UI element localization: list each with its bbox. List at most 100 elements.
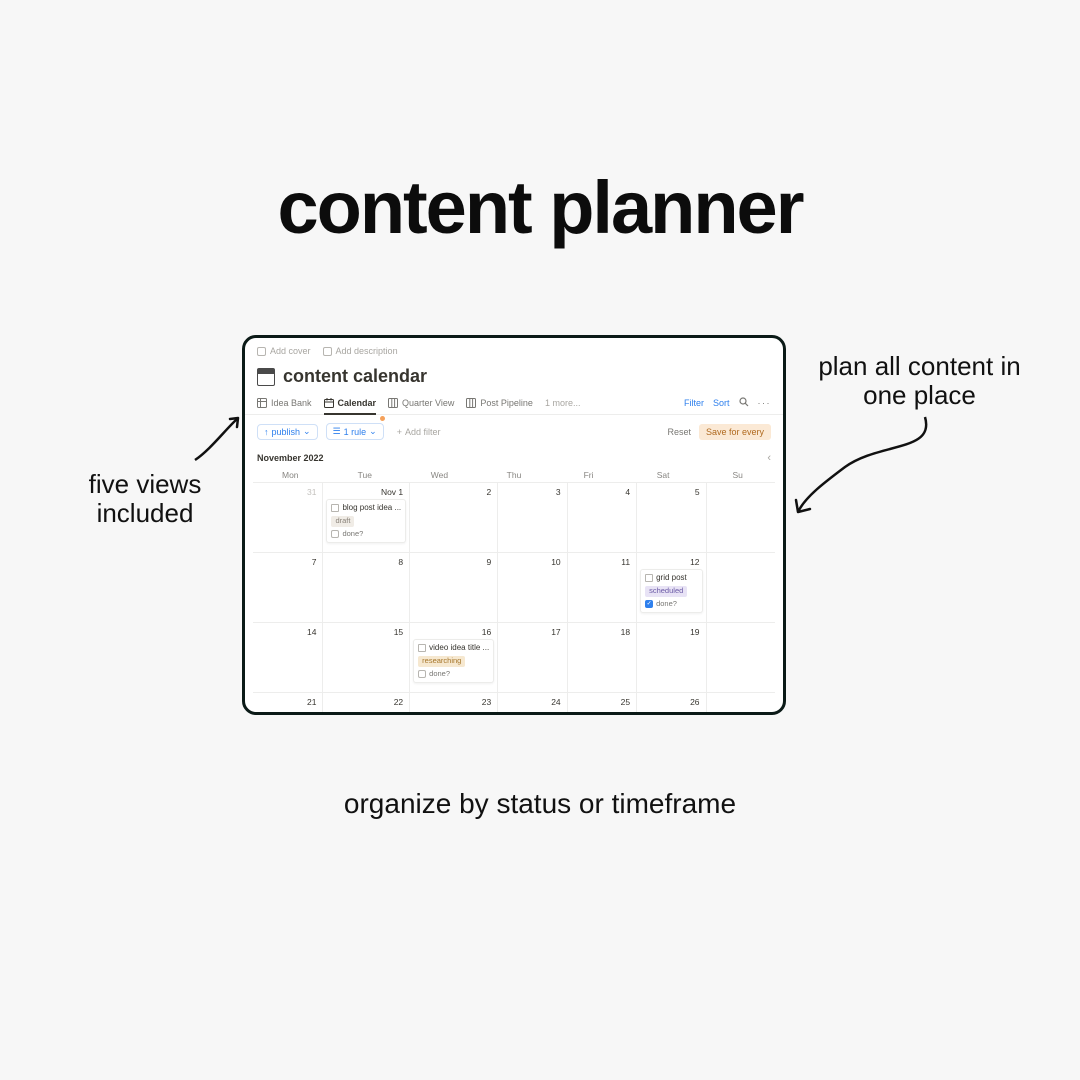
calendar-cell[interactable]: 18 <box>567 622 636 692</box>
annotation-right: plan all content in one place <box>807 352 1032 409</box>
calendar-cell[interactable]: 7 <box>253 552 322 622</box>
filter-changed-badge <box>380 416 385 421</box>
add-filter-button[interactable]: + Add filter <box>397 427 441 437</box>
day-number: 24 <box>501 695 563 707</box>
day-number: 9 <box>413 555 494 567</box>
event-card[interactable]: video idea title ...researchingdone? <box>413 639 494 683</box>
day-number: 16 <box>413 625 494 637</box>
day-number: 15 <box>326 625 406 637</box>
calendar-cell[interactable]: 31 <box>253 482 322 552</box>
table-icon <box>257 398 267 408</box>
day-of-week-header: MonTueWedThuFriSatSu <box>253 466 775 482</box>
page-title: content calendar <box>283 366 427 387</box>
dow-label: Su <box>700 470 775 480</box>
day-number: 25 <box>571 695 633 707</box>
reset-button[interactable]: Reset <box>667 427 691 437</box>
event-card[interactable]: grid post scheduled done? <box>640 569 702 613</box>
save-for-everyone-button[interactable]: Save for every <box>699 424 771 440</box>
calendar-cell[interactable]: 16 video idea title ...researchingdone? <box>409 622 497 692</box>
tab-label: Post Pipeline <box>480 398 533 408</box>
search-icon[interactable] <box>739 397 749 409</box>
calendar-cell[interactable]: Nov 1blog post idea ...draftdone? <box>322 482 409 552</box>
day-number: 5 <box>640 485 702 497</box>
calendar-cell[interactable]: 26 <box>636 692 705 715</box>
publish-sort-label: publish <box>272 427 301 437</box>
image-icon <box>257 347 266 356</box>
tab-calendar[interactable]: Calendar <box>324 398 377 415</box>
calendar-cell[interactable]: 10 <box>497 552 566 622</box>
day-number <box>710 485 772 487</box>
day-number: 8 <box>326 555 406 567</box>
calendar-cell[interactable]: 19 <box>636 622 705 692</box>
day-number: Nov 1 <box>326 485 406 497</box>
dow-label: Wed <box>402 470 477 480</box>
app-window: Add cover Add description content calend… <box>242 335 786 715</box>
calendar-emoji-icon <box>257 368 275 386</box>
promo-tagline: organize by status or timeframe <box>0 788 1080 820</box>
calendar-cell[interactable]: 17 <box>497 622 566 692</box>
done-row: done? <box>331 529 401 539</box>
done-label: done? <box>429 669 450 678</box>
calendar-cell[interactable]: 14 <box>253 622 322 692</box>
page-icon <box>645 574 653 582</box>
sort-button[interactable]: Sort <box>713 398 730 408</box>
calendar-cell[interactable]: 25 <box>567 692 636 715</box>
tab-label: Idea Bank <box>271 398 312 408</box>
status-tag: scheduled <box>645 586 687 597</box>
event-title: grid post <box>656 573 687 584</box>
day-number: 11 <box>571 555 633 567</box>
day-number: 4 <box>571 485 633 497</box>
annotation-left: five views included <box>65 470 225 527</box>
rule-filter-pill[interactable]: ☰ 1 rule <box>326 423 384 440</box>
calendar-cell[interactable]: 9 <box>409 552 497 622</box>
arrow-up-icon <box>264 427 269 437</box>
status-tag: draft <box>331 516 354 527</box>
day-number <box>710 695 772 697</box>
calendar-cell[interactable] <box>706 692 775 715</box>
day-number: 14 <box>256 625 319 637</box>
filter-icon: ☰ <box>333 426 341 437</box>
calendar-cell[interactable]: 8 <box>322 552 409 622</box>
filter-button[interactable]: Filter <box>684 398 704 408</box>
calendar-grid: 31Nov 1blog post idea ...draftdone?23457… <box>253 482 775 715</box>
board-icon <box>466 398 476 408</box>
page-icon <box>418 644 426 652</box>
calendar-cell[interactable]: 5 <box>636 482 705 552</box>
calendar-cell[interactable]: 21 <box>253 692 322 715</box>
checkbox-icon[interactable] <box>418 670 426 678</box>
arrow-left-icon <box>190 415 245 465</box>
calendar-cell[interactable]: 3 <box>497 482 566 552</box>
add-description-label: Add description <box>336 346 398 356</box>
done-label: done? <box>656 599 677 608</box>
tab-post-pipeline[interactable]: Post Pipeline <box>466 398 533 413</box>
calendar-cell[interactable]: 22 <box>322 692 409 715</box>
prev-month-button[interactable]: ‹ <box>767 452 771 464</box>
add-cover-label: Add cover <box>270 346 311 356</box>
more-views-button[interactable]: 1 more... <box>545 398 581 413</box>
tab-quarter-view[interactable]: Quarter View <box>388 398 454 413</box>
day-number: 22 <box>326 695 406 707</box>
calendar-cell[interactable]: 2 <box>409 482 497 552</box>
calendar-cell[interactable] <box>706 482 775 552</box>
done-row: done? <box>418 669 489 679</box>
calendar-cell[interactable]: 12grid postscheduleddone? <box>636 552 705 622</box>
more-menu-button[interactable]: ··· <box>758 398 772 408</box>
checkbox-icon[interactable] <box>645 600 653 608</box>
calendar-cell[interactable]: 4 <box>567 482 636 552</box>
calendar-cell[interactable] <box>706 622 775 692</box>
calendar-cell[interactable] <box>706 552 775 622</box>
publish-sort-pill[interactable]: publish <box>257 424 318 440</box>
calendar-cell[interactable]: 15 <box>322 622 409 692</box>
tab-label: Calendar <box>338 398 377 408</box>
calendar-cell[interactable]: 11 <box>567 552 636 622</box>
arrow-right-icon <box>790 412 940 522</box>
checkbox-icon[interactable] <box>331 530 339 538</box>
add-description-button[interactable]: Add description <box>323 346 398 356</box>
tab-idea-bank[interactable]: Idea Bank <box>257 398 312 413</box>
calendar-cell[interactable]: 24 <box>497 692 566 715</box>
add-cover-button[interactable]: Add cover <box>257 346 311 356</box>
event-card[interactable]: blog post idea ...draftdone? <box>326 499 406 543</box>
day-number: 31 <box>256 485 319 497</box>
board-icon <box>388 398 398 408</box>
calendar-cell[interactable]: 23 <box>409 692 497 715</box>
